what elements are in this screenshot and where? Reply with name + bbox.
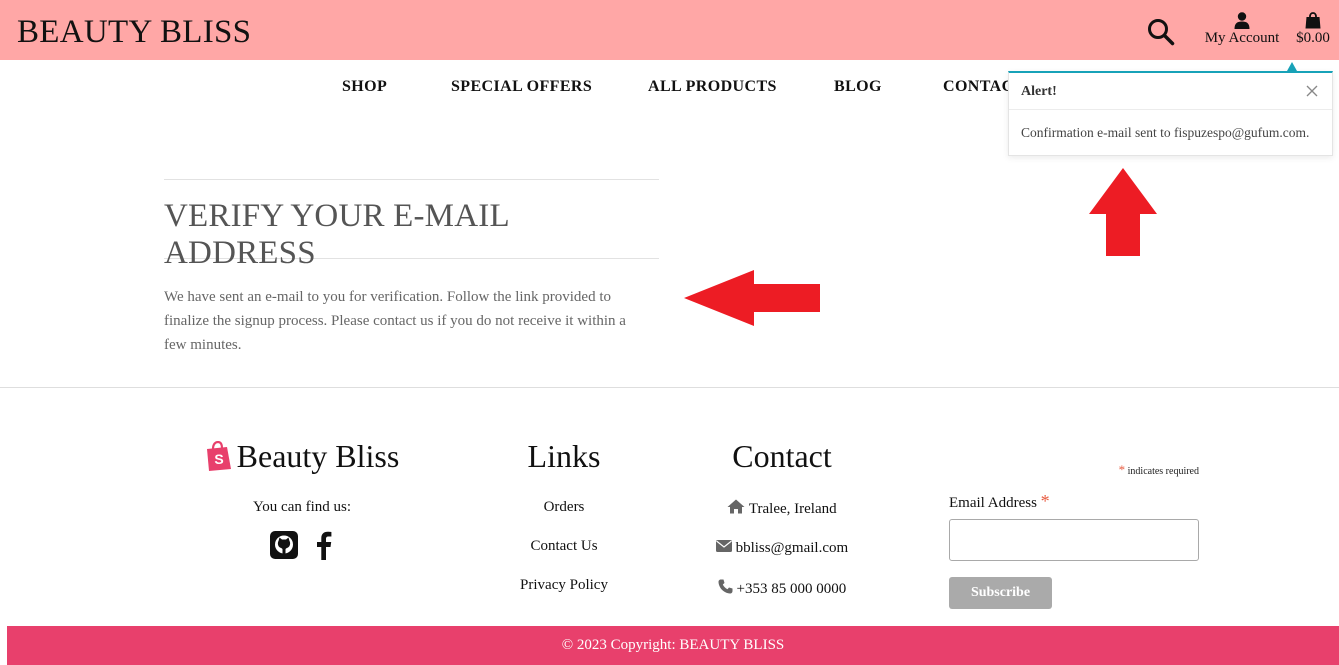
verify-email-section: VERIFY YOUR E-MAIL ADDRESS We have sent … [164,179,659,357]
verify-message-line: few minutes. [164,337,242,353]
verify-message-line: We have sent an e-mail to you for verifi… [164,289,612,305]
footer-links-column: Links Orders Contact Us Privacy Policy [464,436,664,594]
nav-special-offers[interactable]: SPECIAL OFFERS [451,78,592,96]
close-icon [1306,85,1318,97]
page-title: VERIFY YOUR E-MAIL ADDRESS [164,198,509,271]
email-address-input[interactable] [949,519,1199,561]
footer-brand-title: Beauty Bliss [236,438,400,474]
shopping-bag-icon [1305,12,1321,29]
alert-header: Alert! [1009,73,1332,110]
nav-shop[interactable]: SHOP [342,78,387,96]
alert-message: Confirmation e-mail sent to fispuzespo@g… [1021,125,1310,140]
required-note: * indicates required [949,462,1199,478]
close-button[interactable] [1306,82,1320,97]
subscribe-button[interactable]: Subscribe [949,577,1052,609]
nav-all-products[interactable]: ALL PRODUCTS [648,78,777,96]
bag-total: $0.00 [1296,30,1330,46]
my-account-button[interactable]: My Account [1200,12,1284,56]
footer-divider [0,387,1339,388]
svg-text:S: S [214,451,223,467]
social-links [160,530,444,560]
footer-brand-heading: S Beauty Bliss [160,436,444,476]
my-account-label: My Account [1204,30,1280,46]
shopify-bag-icon: S [206,441,231,471]
contact-address-text: Tralee, Ireland [748,501,837,517]
github-icon[interactable] [269,530,299,560]
required-star: * [1118,462,1126,477]
user-icon [1234,12,1250,29]
brand-logo[interactable]: BEAUTY BLISS [17,14,251,51]
footer-contact-column: Contact Tralee, Ireland bbliss@gmail.com… [682,436,882,598]
envelope-icon [715,540,732,552]
footer-link-privacy-policy[interactable]: Privacy Policy [464,577,664,594]
email-address-label: Email Address * [949,491,1199,512]
search-button[interactable] [1147,18,1177,48]
contact-phone: +353 85 000 0000 [682,579,882,598]
verify-message-line: finalize the signup process. Please cont… [164,313,626,329]
find-us-label: You can find us: [252,499,352,515]
footer-link-contact-us[interactable]: Contact Us [464,538,664,555]
contact-phone-text: +353 85 000 0000 [736,581,847,597]
alert-title: Alert! [1021,84,1057,99]
contact-address: Tralee, Ireland [682,499,882,518]
shopping-bag-button[interactable]: $0.00 [1292,12,1334,56]
alert-caret [1287,62,1297,71]
email-address-label-text: Email Address [949,495,1037,511]
facebook-icon[interactable] [313,530,335,560]
verify-message: We have sent an e-mail to you for verifi… [164,285,659,357]
divider [164,179,659,180]
contact-email: bbliss@gmail.com [682,540,882,557]
newsletter-signup-form: * indicates required Email Address * Sub… [949,462,1199,609]
email-required-star: * [1040,491,1050,511]
footer-link-orders[interactable]: Orders [464,499,664,516]
contact-email-text: bbliss@gmail.com [735,540,849,556]
footer-links-heading: Links [527,438,601,474]
footer-brand-column: S Beauty Bliss You can find us: [160,436,444,560]
up-arrow-annotation-icon [1089,168,1157,256]
top-bar: BEAUTY BLISS My Account $0.00 [0,0,1339,60]
alert-toast: Alert! Confirmation e-mail sent to fispu… [1008,71,1333,156]
phone-icon [718,579,733,594]
footer-contact-heading: Contact [732,438,832,474]
required-note-text: indicates required [1127,466,1199,477]
copyright-bar: © 2023 Copyright: BEAUTY BLISS [7,626,1339,665]
left-arrow-annotation-icon [684,270,820,326]
home-icon [727,499,745,514]
search-icon [1148,19,1175,46]
nav-blog[interactable]: BLOG [834,78,882,96]
